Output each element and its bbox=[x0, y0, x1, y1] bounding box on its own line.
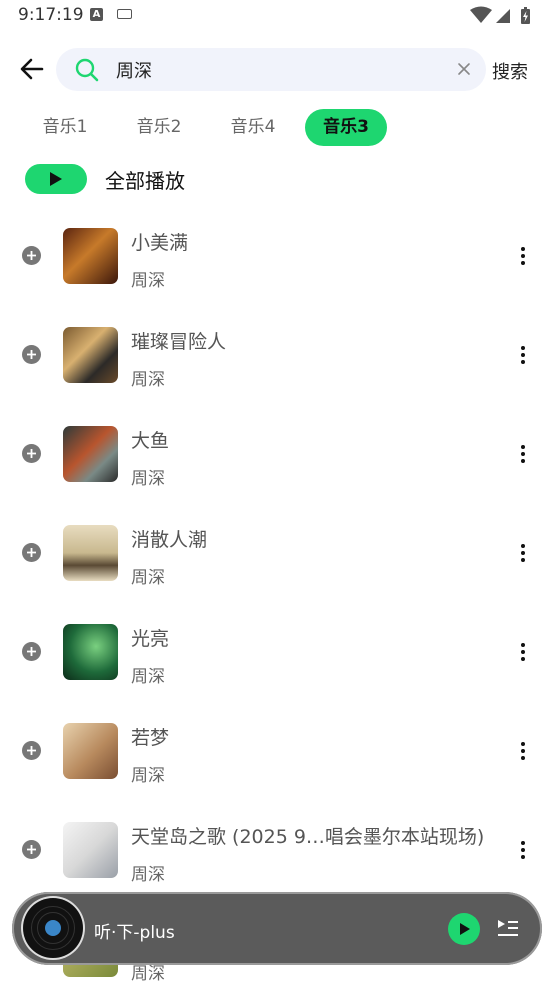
add-circle-icon[interactable] bbox=[22, 246, 41, 265]
system-status-icons bbox=[470, 6, 530, 24]
status-bar: 9:17:19 A bbox=[0, 0, 554, 32]
search-box[interactable] bbox=[56, 48, 486, 91]
song-artist: 周深 bbox=[131, 469, 165, 489]
tab-music2[interactable]: 音乐2 bbox=[128, 109, 190, 146]
battery-icon bbox=[521, 7, 530, 24]
add-circle-icon[interactable] bbox=[22, 444, 41, 463]
album-cover bbox=[63, 822, 118, 878]
song-title: 天堂岛之歌 (2025 9…唱会墨尔本站现场) bbox=[131, 826, 485, 848]
more-vertical-icon[interactable] bbox=[514, 345, 532, 365]
song-title: 消散人潮 bbox=[131, 529, 208, 551]
status-time: 9:17:19 bbox=[18, 5, 84, 25]
song-row[interactable]: 消散人潮 周深 bbox=[0, 503, 554, 602]
more-vertical-icon[interactable] bbox=[514, 444, 532, 464]
tab-music4[interactable]: 音乐4 bbox=[222, 109, 284, 146]
add-circle-icon[interactable] bbox=[22, 345, 41, 364]
playlist-icon[interactable] bbox=[497, 918, 519, 938]
back-arrow-icon[interactable] bbox=[18, 55, 46, 83]
song-title: 小美满 bbox=[131, 232, 189, 254]
album-cover bbox=[63, 327, 118, 383]
search-input[interactable] bbox=[116, 56, 436, 83]
song-artist: 周深 bbox=[131, 865, 165, 885]
more-vertical-icon[interactable] bbox=[514, 246, 532, 266]
keyboard-icon bbox=[117, 9, 132, 19]
more-vertical-icon[interactable] bbox=[514, 840, 532, 860]
signal-icon bbox=[496, 9, 510, 23]
add-circle-icon[interactable] bbox=[22, 543, 41, 562]
play-icon bbox=[50, 172, 62, 186]
song-title: 大鱼 bbox=[131, 430, 170, 452]
search-button[interactable]: 搜索 bbox=[492, 58, 528, 84]
song-row[interactable]: 璀璨冒险人 周深 bbox=[0, 305, 554, 404]
song-row[interactable]: 天堂岛之歌 (2025 9…唱会墨尔本站现场) 周深 bbox=[0, 800, 554, 899]
song-row[interactable]: 光亮 周深 bbox=[0, 602, 554, 701]
add-circle-icon[interactable] bbox=[22, 741, 41, 760]
tab-music3[interactable]: 音乐3 bbox=[305, 109, 387, 146]
song-artist: 周深 bbox=[131, 271, 165, 291]
song-row[interactable]: 小美满 周深 bbox=[0, 206, 554, 305]
song-artist: 周深 bbox=[131, 370, 165, 390]
play-icon bbox=[460, 923, 470, 935]
song-title: 光亮 bbox=[131, 628, 170, 650]
play-all-label[interactable]: 全部播放 bbox=[105, 165, 185, 194]
search-icon bbox=[75, 58, 99, 82]
song-artist: 周深 bbox=[131, 568, 165, 588]
song-title: 若梦 bbox=[131, 727, 170, 749]
album-cover bbox=[63, 624, 118, 680]
vinyl-disc-icon[interactable] bbox=[23, 898, 83, 958]
album-cover bbox=[63, 228, 118, 284]
song-row[interactable]: 若梦 周深 bbox=[0, 701, 554, 800]
mini-player[interactable]: 听·下-plus bbox=[12, 892, 542, 965]
player-title: 听·下-plus bbox=[94, 923, 175, 943]
notification-a-icon: A bbox=[90, 8, 103, 21]
tab-music1[interactable]: 音乐1 bbox=[34, 109, 96, 146]
album-cover bbox=[63, 426, 118, 482]
song-title: 璀璨冒险人 bbox=[131, 331, 227, 353]
play-all-button[interactable] bbox=[25, 164, 87, 194]
album-cover bbox=[63, 525, 118, 581]
clear-icon[interactable] bbox=[456, 61, 472, 77]
add-circle-icon[interactable] bbox=[22, 840, 41, 859]
album-cover bbox=[63, 723, 118, 779]
wifi-icon bbox=[470, 6, 492, 23]
song-row[interactable]: 大鱼 周深 bbox=[0, 404, 554, 503]
song-artist: 周深 bbox=[131, 667, 165, 687]
more-vertical-icon[interactable] bbox=[514, 543, 532, 563]
song-artist: 周深 bbox=[131, 766, 165, 786]
player-play-button[interactable] bbox=[448, 913, 480, 945]
more-vertical-icon[interactable] bbox=[514, 642, 532, 662]
more-vertical-icon[interactable] bbox=[514, 741, 532, 761]
add-circle-icon[interactable] bbox=[22, 642, 41, 661]
